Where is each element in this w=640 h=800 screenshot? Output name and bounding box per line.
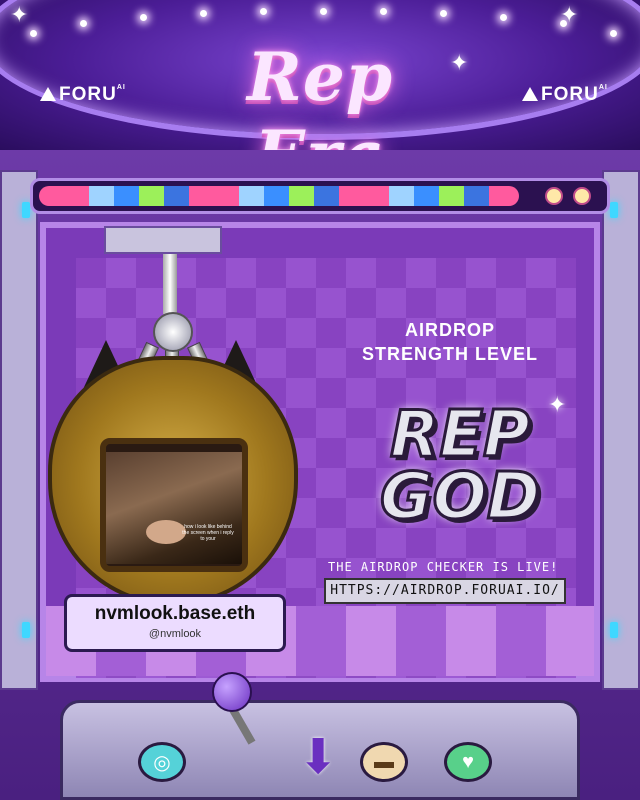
profile-namecard: nvmlook.base.eth @nvmlook bbox=[64, 594, 286, 652]
side-light bbox=[22, 202, 30, 218]
claw-rod bbox=[163, 254, 177, 314]
progress-fill bbox=[39, 186, 519, 206]
light-bulb bbox=[200, 10, 207, 17]
light-bulb bbox=[260, 8, 267, 15]
foru-logo-icon bbox=[40, 87, 56, 101]
subtitle-line1: AIRDROP bbox=[404, 320, 495, 340]
profile-name: nvmlook.base.eth bbox=[94, 603, 256, 624]
light-bulb bbox=[500, 14, 507, 21]
light-bulb bbox=[320, 8, 327, 15]
sparkle-icon: ✦ bbox=[560, 2, 579, 27]
title-logo: Rep Era bbox=[247, 38, 393, 194]
brand-logo-right: FORUAI bbox=[522, 84, 608, 106]
foru-logo-icon bbox=[522, 87, 538, 101]
progress-bar bbox=[30, 178, 610, 214]
light-bulb bbox=[380, 8, 387, 15]
joystick-knob[interactable] bbox=[212, 672, 252, 712]
rank-line2: GOD bbox=[378, 459, 541, 536]
side-panel-left bbox=[0, 170, 38, 690]
claw-rail bbox=[104, 226, 222, 254]
coin-slot-button[interactable]: ▬ bbox=[360, 742, 408, 782]
side-light bbox=[22, 622, 30, 638]
heart-button[interactable]: ♥ bbox=[444, 742, 492, 782]
spiral-button[interactable]: ◎ bbox=[138, 742, 186, 782]
subtitle-line2: STRENGTH LEVEL bbox=[361, 344, 538, 364]
indicator-light bbox=[573, 187, 591, 205]
indicator-light bbox=[545, 187, 563, 205]
spiral-icon: ◎ bbox=[153, 751, 171, 774]
profile-photo bbox=[106, 452, 242, 564]
light-bulb bbox=[80, 20, 87, 27]
light-bulb bbox=[440, 10, 447, 17]
heart-icon: ♥ bbox=[462, 750, 474, 773]
coin-slot-icon: ▬ bbox=[374, 750, 394, 773]
down-arrow-icon: ⬇ bbox=[298, 731, 339, 784]
side-panel-right bbox=[602, 170, 640, 690]
brand-logo-left: FORUAI bbox=[40, 84, 126, 106]
marquee: ✦ ✦ ✦ FORUAI FORUAI Rep Era bbox=[0, 0, 640, 194]
sparkle-icon: ✦ bbox=[548, 392, 567, 417]
photo-caption: how i look like behind the screen when i… bbox=[182, 524, 234, 542]
profile-handle: @nvmlook bbox=[148, 628, 202, 640]
sparkle-icon: ✦ bbox=[10, 2, 29, 27]
light-bulb bbox=[610, 30, 617, 37]
light-bulb bbox=[30, 30, 37, 37]
side-light bbox=[610, 622, 618, 638]
claw-hub bbox=[153, 312, 193, 352]
light-bulb bbox=[140, 14, 147, 21]
photo-subject bbox=[146, 520, 186, 544]
side-light bbox=[610, 202, 618, 218]
airdrop-url-link[interactable]: HTTPS://AIRDROP.FORUAI.IO/ bbox=[324, 578, 566, 604]
claw-machine-scene: ✦ ✦ ✦ FORUAI FORUAI Rep Era bbox=[0, 0, 640, 800]
badge-screen: how i look like behind the screen when i… bbox=[100, 438, 248, 572]
live-announcement: THE AIRDROP CHECKER IS LIVE! bbox=[328, 560, 559, 574]
